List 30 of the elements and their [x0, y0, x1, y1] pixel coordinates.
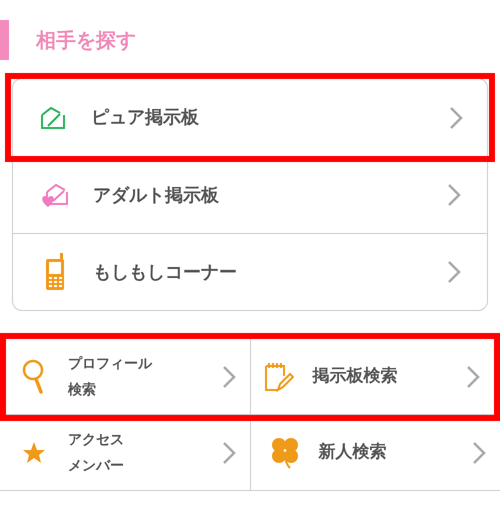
chevron-icon: [222, 440, 236, 464]
menu-tile-label: 掲示板検索: [312, 364, 398, 388]
menu-tile[interactable]: プロフィール 検索: [6, 339, 250, 414]
chevron-icon: [449, 106, 463, 130]
envelope-pencil-icon: [40, 106, 66, 130]
menu-item-label: ピュア掲示板: [91, 106, 200, 130]
menu-tile-label: 新人検索: [318, 440, 388, 464]
heart-envelope-icon: [41, 182, 69, 208]
menu-tile[interactable]: 新人検索: [250, 415, 500, 490]
magnifier-icon: [22, 358, 46, 394]
menu-tile-label: アクセス メンバー: [68, 430, 125, 476]
chevron-icon: [472, 440, 486, 464]
menu-item-label: アダルト掲示板: [93, 184, 220, 208]
chevron-icon: [447, 260, 461, 284]
menu-item[interactable]: ピュア掲示板: [11, 79, 489, 156]
chevron-icon: [466, 364, 480, 388]
chevron-icon: [447, 183, 461, 207]
mobile-phone-icon: [45, 253, 65, 291]
menu-item-label: もしもしコーナー: [93, 260, 238, 284]
menu-tile[interactable]: アクセス メンバー: [0, 415, 250, 490]
clover-icon: [270, 436, 298, 468]
menu-tile-label: プロフィール 検索: [68, 354, 154, 400]
accent-bar: [0, 20, 9, 60]
section-title: 相手を探す: [36, 27, 136, 54]
menu-tile[interactable]: 掲示板検索: [250, 339, 494, 414]
star-icon: [22, 440, 46, 464]
chevron-icon: [222, 364, 236, 388]
menu-item[interactable]: もしもしコーナー: [13, 233, 487, 310]
menu-item[interactable]: アダルト掲示板: [13, 156, 487, 233]
notepad-pencil-icon: [264, 362, 294, 392]
